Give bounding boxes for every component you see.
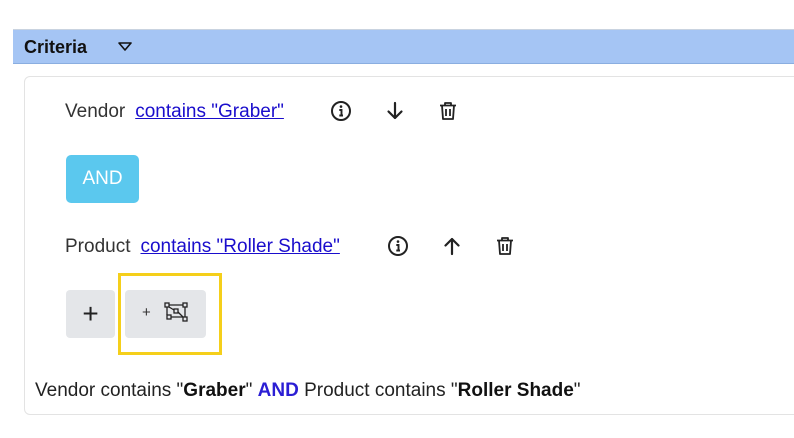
chevron-down-icon[interactable] [117, 41, 133, 53]
summary-text: Product contains " [298, 380, 458, 401]
criterion-field-label: Vendor [65, 101, 126, 122]
summary-text: " [573, 380, 581, 401]
info-icon[interactable] [386, 234, 410, 258]
criterion-condition-link[interactable]: contains "Roller Shade" [140, 236, 339, 258]
criterion-condition-link[interactable]: contains "Graber" [135, 101, 284, 123]
trash-icon[interactable] [436, 99, 460, 123]
summary-operator: AND [257, 380, 299, 401]
criteria-summary: Vendor contains "Graber" AND Product con… [35, 380, 581, 402]
trash-icon[interactable] [493, 234, 517, 258]
add-group-plus: + [142, 304, 151, 321]
info-icon[interactable] [329, 99, 353, 123]
group-nodes-icon [164, 302, 188, 322]
add-criterion-button[interactable]: + [66, 290, 115, 338]
summary-text: " [245, 380, 258, 401]
arrow-up-icon[interactable] [440, 234, 464, 258]
criterion-field-label: Product [65, 236, 131, 257]
summary-value: Roller Shade [457, 380, 574, 401]
add-group-button[interactable]: + [125, 290, 206, 338]
criteria-header[interactable]: Criteria [13, 29, 794, 64]
criterion-row-product: Product contains "Roller Shade" [65, 234, 340, 260]
criteria-title: Criteria [24, 37, 88, 57]
and-operator-button[interactable]: AND [66, 155, 139, 203]
summary-text: Vendor contains " [35, 380, 184, 401]
summary-value: Graber [183, 380, 246, 401]
criterion-row-vendor: Vendor contains "Graber" [65, 99, 284, 125]
arrow-down-icon[interactable] [383, 99, 407, 123]
